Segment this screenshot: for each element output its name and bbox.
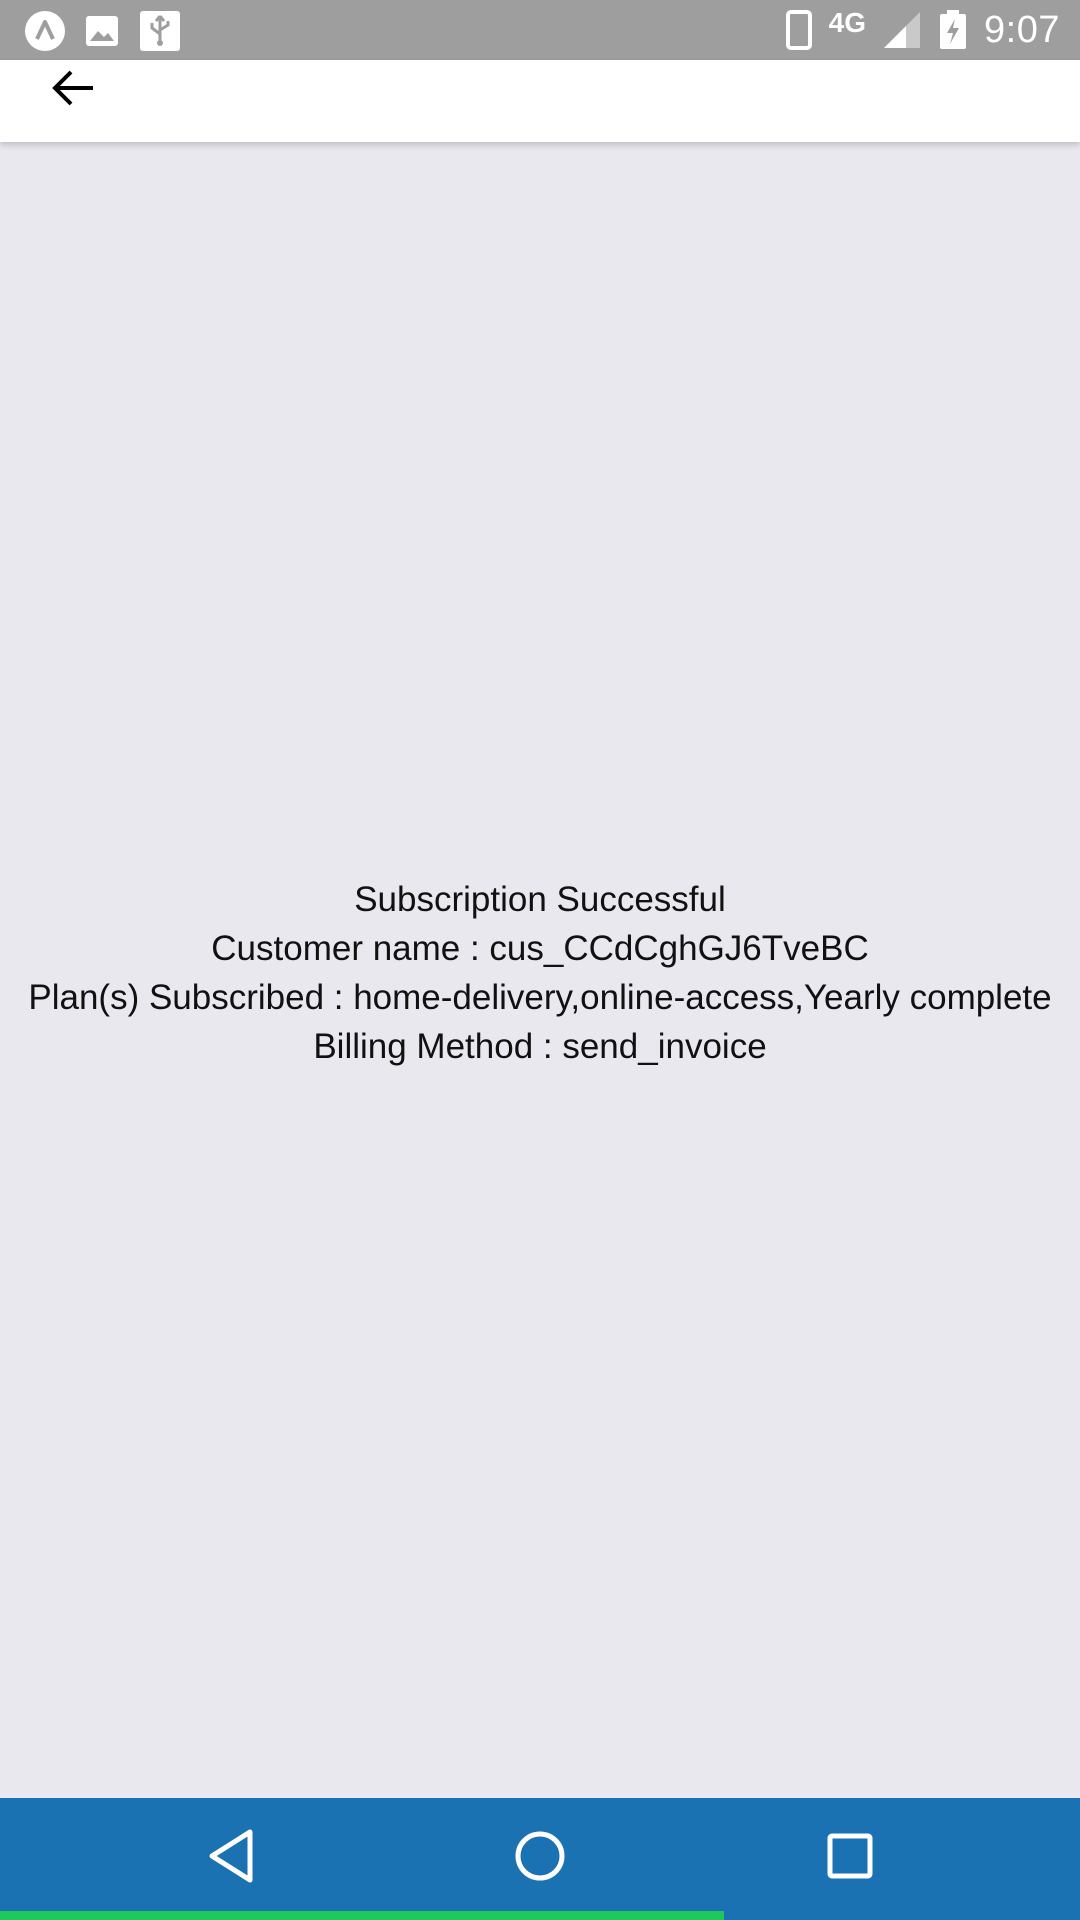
phone-icon	[785, 10, 813, 50]
status-bar-notifications	[24, 10, 182, 52]
back-triangle-icon	[206, 1828, 256, 1889]
clock: 9:07	[984, 8, 1060, 51]
plans-subscribed: Plan(s) Subscribed : home-delivery,onlin…	[28, 978, 1052, 1017]
app-notification-icon	[24, 10, 66, 52]
signal-icon	[882, 10, 922, 50]
billing-method: Billing Method : send_invoice	[313, 1027, 767, 1066]
recents-square-icon	[826, 1832, 874, 1885]
image-notification-icon	[84, 14, 120, 48]
status-bar: 4G 9:07	[0, 0, 1080, 60]
app-bar	[0, 60, 1080, 142]
loading-progress-fill	[0, 1911, 724, 1920]
loading-progress-bar	[0, 1911, 1080, 1920]
nav-home-button[interactable]	[495, 1820, 585, 1896]
back-arrow-icon	[51, 68, 95, 113]
status-bar-system: 4G 9:07	[785, 6, 1060, 54]
back-button[interactable]	[38, 60, 108, 120]
battery-charging-icon	[938, 10, 968, 50]
nav-recents-button[interactable]	[805, 1820, 895, 1896]
nav-back-button[interactable]	[186, 1820, 276, 1896]
network-type: 4G	[828, 7, 867, 38]
customer-name: Customer name : cus_CCdCghGJ6TveBC	[211, 929, 869, 968]
home-circle-icon	[514, 1830, 566, 1887]
subscription-title: Subscription Successful	[354, 880, 726, 919]
subscription-summary: Subscription Successful Customer name : …	[0, 875, 1080, 1071]
navigation-bar	[0, 1798, 1080, 1920]
usb-icon	[138, 10, 182, 52]
